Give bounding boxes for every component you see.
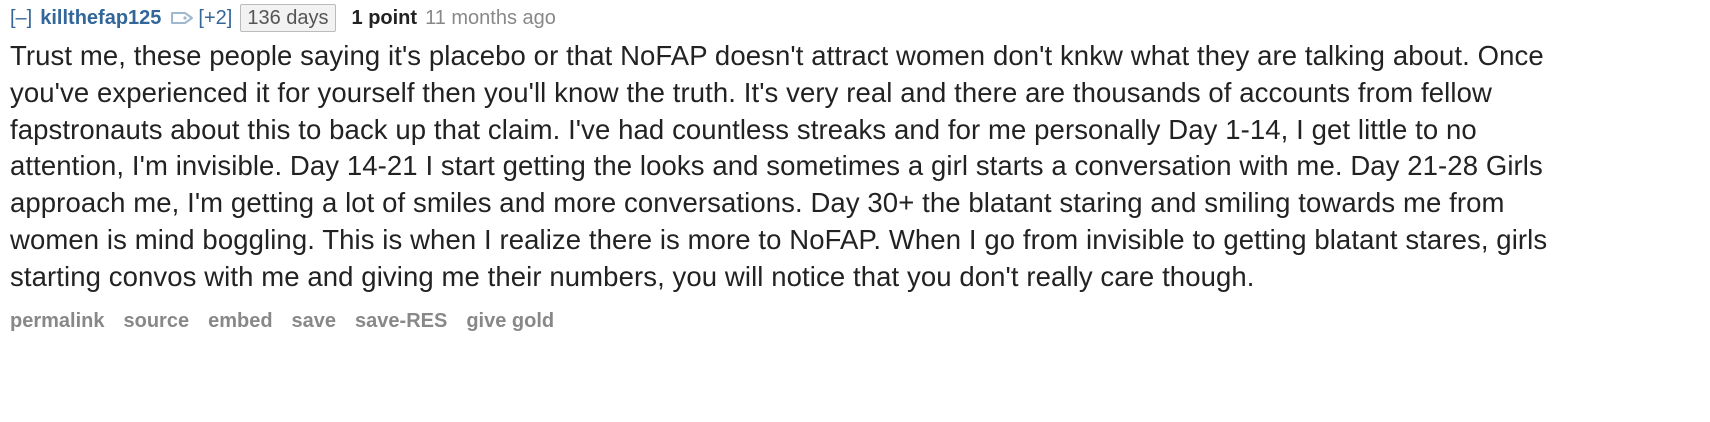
tag-icon[interactable] [170, 10, 194, 26]
save-button[interactable]: save [292, 310, 337, 333]
save-res-button[interactable]: save-RES [355, 310, 447, 333]
score: 1 point [351, 6, 418, 29]
give-gold-button[interactable]: give gold [466, 310, 554, 333]
timestamp: 11 months ago [425, 6, 556, 29]
permalink-button[interactable]: permalink [10, 310, 104, 333]
comment-body: Trust me, these people saying it's place… [10, 38, 1550, 296]
comment-body-text: Trust me, these people saying it's place… [10, 40, 1548, 292]
collapse-toggle[interactable]: [–] [10, 7, 32, 30]
days-badge: 136 days [240, 4, 336, 32]
source-button[interactable]: source [123, 310, 189, 333]
author-link[interactable]: killthefap125 [40, 7, 161, 30]
comment: [–] killthefap125 [+2] 136 days 1 point … [0, 0, 1710, 333]
comment-tagline: [–] killthefap125 [+2] 136 days 1 point … [10, 2, 1710, 34]
comment-actions: permalink source embed save save-RES giv… [10, 310, 1710, 333]
karma-label: [+2] [198, 6, 233, 29]
embed-button[interactable]: embed [208, 310, 272, 333]
